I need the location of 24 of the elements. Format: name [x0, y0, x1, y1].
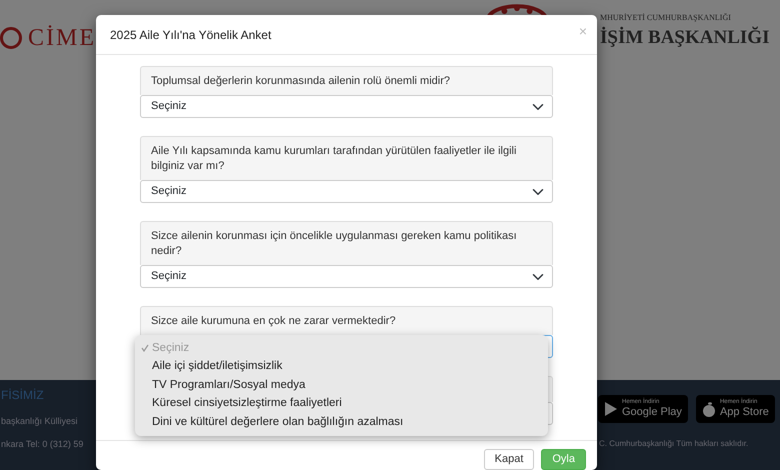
question-text: Toplumsal değerlerin korunmasında ailenin rolü önemli midir? — [140, 66, 553, 95]
dropdown-option[interactable]: Küresel cinsiyetsizleştirme faaliyetleri — [135, 394, 548, 413]
logo-text: CİME — [28, 24, 96, 53]
apple-icon — [702, 401, 716, 417]
copyright-text: C. Cumhurbaşkanlığı Tüm hakları saklıdır. — [599, 438, 748, 450]
footer-address: nkara Tel: 0 (312) 59 — [1, 438, 84, 451]
modal-title: 2025 Aile Yılı'na Yönelik Anket — [110, 26, 272, 44]
question-text: Sizce ailenin korunması için öncelikle uygulanması gereken kamu politikası nedir? — [140, 221, 553, 265]
emblem-icon — [0, 27, 22, 49]
question-text: Aile Yılı kapsamında kamu kurumları tarafından yürütülen faaliyetler ile ilgili bilginiz var mı? — [140, 136, 553, 180]
question-text: Sizce aile kurumuna en çok ne zarar vermektedir? — [140, 306, 553, 335]
answer-select[interactable]: Seçiniz — [140, 180, 553, 203]
dropdown-option[interactable]: TV Programları/Sosyal medya — [135, 376, 548, 394]
check-icon — [141, 344, 149, 352]
logo-subtitle: MHURİYETİ CUMHURBAŞKANLIĞI — [600, 12, 732, 24]
answer-select[interactable]: Seçiniz — [140, 265, 553, 288]
answer-select[interactable]: Seçiniz — [140, 95, 553, 118]
close-dialog-button[interactable]: Kapat — [484, 449, 534, 470]
footer-address: başkanlığı Külliyesi — [1, 415, 79, 428]
footer-heading: FİSİMİZ — [1, 387, 44, 404]
dropdown-option[interactable]: Aile içi şiddet/iletişimsizlik — [135, 358, 548, 376]
logo-title: İŞİM BAŞKANLIĞI — [600, 26, 770, 50]
play-icon — [604, 401, 618, 417]
dropdown-option[interactable]: Dini ve kültürel değerlere olan bağlılığın azalması — [135, 413, 548, 432]
